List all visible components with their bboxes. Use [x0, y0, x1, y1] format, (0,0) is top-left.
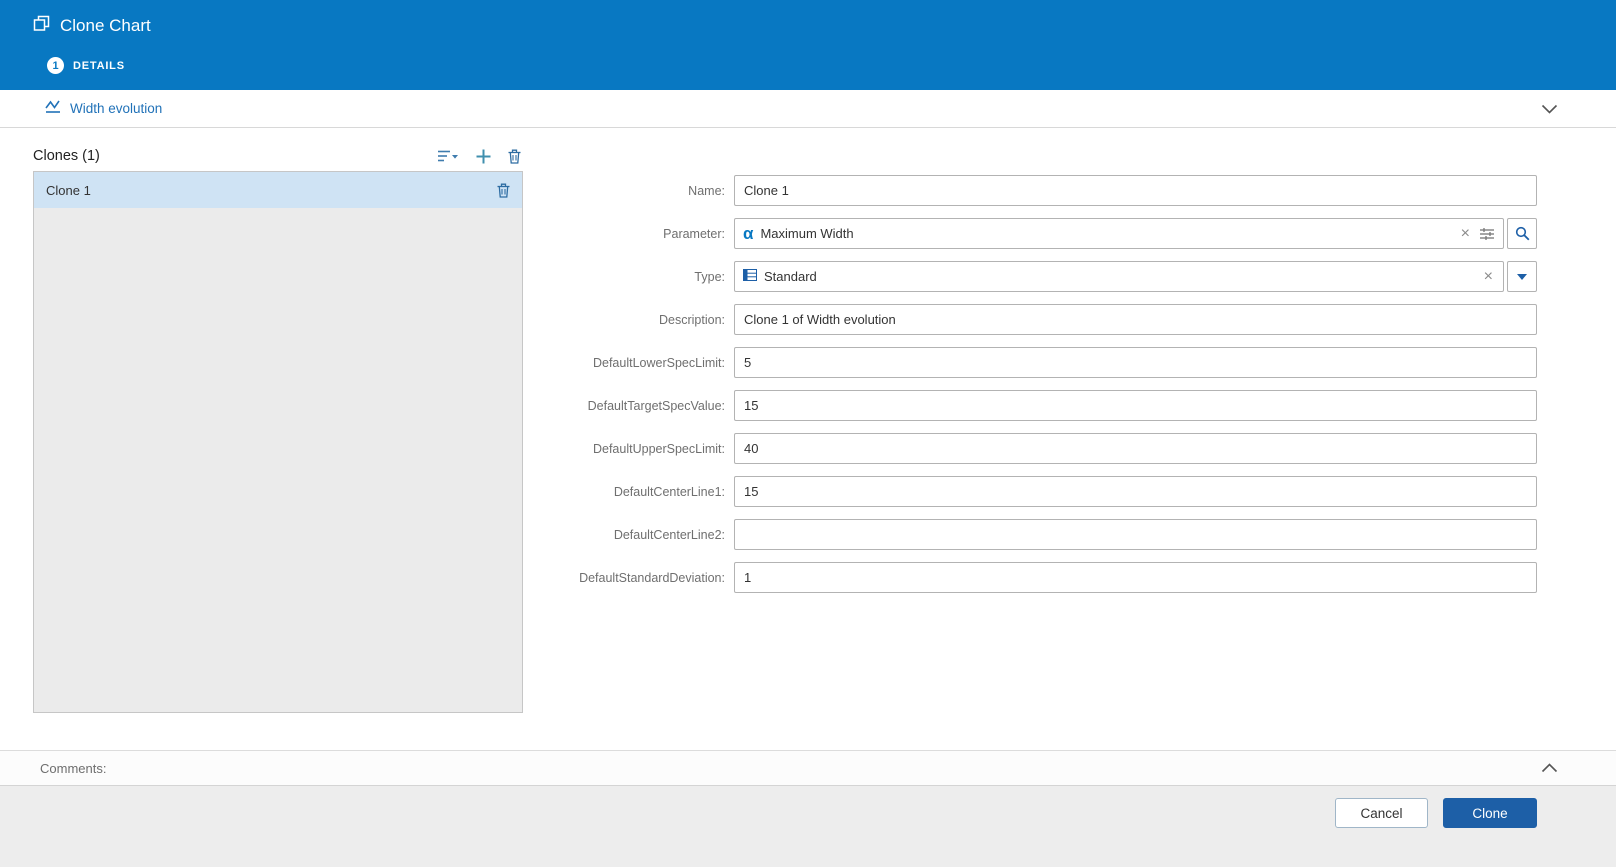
clone-list: Clone 1: [33, 171, 523, 713]
form-row-center-line1: DefaultCenterLine1:: [544, 476, 1537, 507]
comments-label: Comments:: [40, 760, 107, 776]
cancel-button[interactable]: Cancel: [1335, 798, 1428, 828]
chart-section-header: Width evolution: [0, 90, 1616, 128]
std-dev-field[interactable]: [734, 562, 1537, 593]
add-clone-plus-icon[interactable]: [476, 149, 491, 164]
parameter-filter-icon[interactable]: [1479, 227, 1495, 241]
name-field[interactable]: [734, 175, 1537, 206]
sort-icon[interactable]: [437, 149, 459, 163]
type-clear-icon[interactable]: ×: [1482, 268, 1495, 285]
type-field[interactable]: Standard ×: [734, 261, 1504, 292]
form-row-description: Description:: [544, 304, 1537, 335]
parameter-search-button[interactable]: [1507, 218, 1537, 249]
type-label: Type:: [694, 269, 725, 284]
form-row-lower-spec: DefaultLowerSpecLimit:: [544, 347, 1537, 378]
upper-spec-label: DefaultUpperSpecLimit:: [592, 441, 725, 456]
type-dropdown-button[interactable]: [1507, 261, 1537, 292]
step-label: DETAILS: [73, 59, 125, 72]
clone-button[interactable]: Clone: [1443, 798, 1537, 828]
target-spec-label: DefaultTargetSpecValue:: [587, 398, 725, 413]
dialog-title-row: Clone Chart: [33, 0, 1616, 37]
form-row-name: Name:: [544, 175, 1537, 206]
form-row-upper-spec: DefaultUpperSpecLimit:: [544, 433, 1537, 464]
table-icon: [743, 268, 757, 286]
center-line1-label: DefaultCenterLine1:: [613, 484, 725, 499]
name-label: Name:: [688, 183, 725, 198]
clone-details-form: Name: Parameter: α Maximum Width ×: [544, 175, 1537, 750]
step-number-badge: 1: [47, 57, 64, 74]
center-line1-field[interactable]: [734, 476, 1537, 507]
comments-section: Comments:: [0, 750, 1616, 786]
chart-name: Width evolution: [70, 101, 163, 116]
form-row-std-dev: DefaultStandardDeviation:: [544, 562, 1537, 593]
type-value: Standard: [764, 269, 817, 284]
magnifier-icon: [1515, 226, 1529, 241]
wizard-step: 1 DETAILS: [47, 57, 1616, 74]
clone-list-item[interactable]: Clone 1: [34, 172, 522, 208]
comments-chevron-up-icon[interactable]: [1541, 763, 1558, 773]
form-row-parameter: Parameter: α Maximum Width ×: [544, 218, 1537, 249]
description-label: Description:: [659, 312, 725, 327]
lower-spec-label: DefaultLowerSpecLimit:: [592, 355, 725, 370]
main-content: Clones (1) Clone 1 Name: Clone 1 Paramet…: [0, 128, 1616, 750]
parameter-value: Maximum Width: [760, 226, 854, 241]
lower-spec-field[interactable]: [734, 347, 1537, 378]
form-row-center-line2: DefaultCenterLine2:: [544, 519, 1537, 550]
parameter-field[interactable]: α Maximum Width ×: [734, 218, 1504, 249]
clones-panel-header: Clones (1): [33, 141, 523, 171]
form-row-target-spec: DefaultTargetSpecValue:: [544, 390, 1537, 421]
center-line2-field[interactable]: [734, 519, 1537, 550]
dialog-header: Clone Chart 1 DETAILS: [0, 0, 1616, 90]
dialog-footer: Cancel Clone: [0, 786, 1616, 867]
clones-panel: Clones (1) Clone 1: [33, 141, 523, 750]
std-dev-label: DefaultStandardDeviation:: [579, 570, 725, 585]
parameter-clear-icon[interactable]: ×: [1459, 225, 1472, 242]
alpha-icon: α: [743, 224, 754, 243]
clone-item-name: Clone 1: [46, 182, 91, 198]
form-row-type: Type: Standard ×: [544, 261, 1537, 292]
line-chart-icon: [45, 99, 62, 119]
upper-spec-field[interactable]: [734, 433, 1537, 464]
caret-down-icon: [1517, 273, 1527, 280]
clones-panel-title: Clones (1): [33, 148, 100, 164]
center-line2-label: DefaultCenterLine2:: [613, 527, 725, 542]
description-field[interactable]: [734, 304, 1537, 335]
dialog-title: Clone Chart: [60, 16, 151, 35]
clone-icon: [33, 15, 50, 37]
row-trash-icon[interactable]: [497, 183, 510, 198]
parameter-label: Parameter:: [663, 226, 725, 241]
collapse-section-chevron-down-icon[interactable]: [1541, 104, 1558, 114]
delete-clone-trash-icon[interactable]: [508, 149, 521, 164]
target-spec-field[interactable]: [734, 390, 1537, 421]
